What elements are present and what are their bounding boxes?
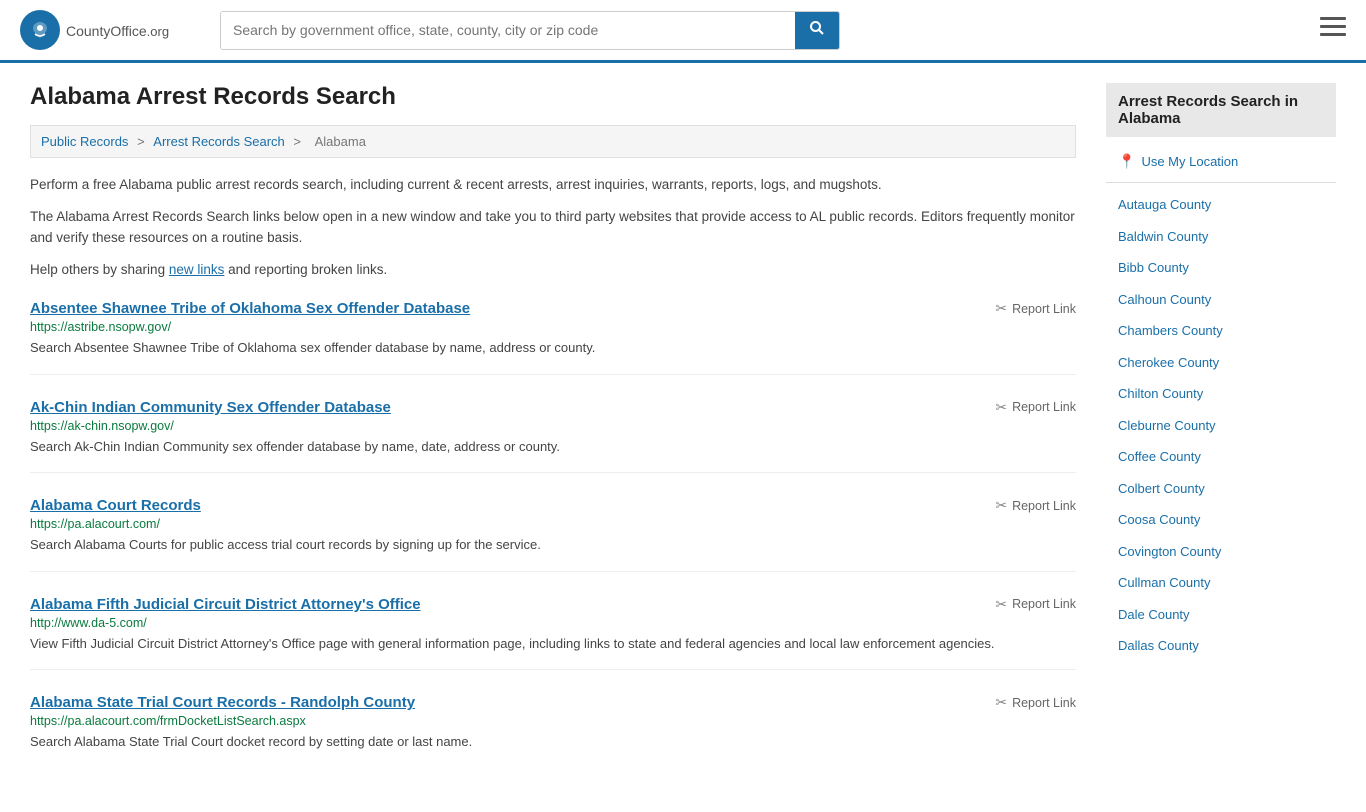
result-url-2[interactable]: https://ak-chin.nsopw.gov/ (30, 419, 1076, 433)
result-title-3[interactable]: Alabama Court Records (30, 497, 201, 514)
description-2: The Alabama Arrest Records Search links … (30, 206, 1076, 249)
result-title-1[interactable]: Absentee Shawnee Tribe of Oklahoma Sex O… (30, 300, 470, 317)
description-3: Help others by sharing new links and rep… (30, 259, 1076, 281)
report-link-label-3: Report Link (1012, 499, 1076, 513)
content-area: Alabama Arrest Records Search Public Rec… (30, 83, 1076, 792)
result-header-5: Alabama State Trial Court Records - Rand… (30, 694, 1076, 711)
result-item-5: Alabama State Trial Court Records - Rand… (30, 694, 1076, 768)
sidebar-item-coffee[interactable]: Coffee County (1106, 441, 1336, 473)
result-desc-4: View Fifth Judicial Circuit District Att… (30, 634, 1076, 654)
logo-name: CountyOffice (66, 23, 147, 39)
sidebar-item-cullman[interactable]: Cullman County (1106, 567, 1336, 599)
report-icon-1: ✂ (995, 300, 1007, 317)
use-my-location-label: Use My Location (1141, 154, 1238, 169)
result-desc-1: Search Absentee Shawnee Tribe of Oklahom… (30, 338, 1076, 358)
result-item-1: Absentee Shawnee Tribe of Oklahoma Sex O… (30, 300, 1076, 375)
sidebar-item-cherokee[interactable]: Cherokee County (1106, 347, 1336, 379)
location-icon: 📍 (1118, 153, 1135, 170)
result-header-4: Alabama Fifth Judicial Circuit District … (30, 596, 1076, 613)
logo-suffix: .org (147, 24, 169, 39)
sidebar-item-baldwin[interactable]: Baldwin County (1106, 221, 1336, 253)
report-link-1[interactable]: ✂ Report Link (995, 300, 1076, 317)
search-bar (220, 11, 840, 50)
logo-text: CountyOffice.org (66, 20, 169, 41)
result-item-4: Alabama Fifth Judicial Circuit District … (30, 596, 1076, 671)
breadcrumb-arrest-records[interactable]: Arrest Records Search (153, 134, 285, 149)
sidebar-item-colbert[interactable]: Colbert County (1106, 473, 1336, 505)
sidebar-item-bibb[interactable]: Bibb County (1106, 252, 1336, 284)
result-title-4[interactable]: Alabama Fifth Judicial Circuit District … (30, 596, 421, 613)
breadcrumb-current: Alabama (315, 134, 366, 149)
result-header-2: Ak-Chin Indian Community Sex Offender Da… (30, 399, 1076, 416)
report-link-label-5: Report Link (1012, 696, 1076, 710)
search-input[interactable] (221, 12, 795, 49)
sidebar-item-autauga[interactable]: Autauga County (1106, 189, 1336, 221)
sidebar-item-chambers[interactable]: Chambers County (1106, 315, 1336, 347)
result-header-1: Absentee Shawnee Tribe of Oklahoma Sex O… (30, 300, 1076, 317)
result-desc-2: Search Ak-Chin Indian Community sex offe… (30, 437, 1076, 457)
site-header: CountyOffice.org (0, 0, 1366, 63)
result-desc-5: Search Alabama State Trial Court docket … (30, 732, 1076, 752)
result-url-1[interactable]: https://astribe.nsopw.gov/ (30, 320, 1076, 334)
report-link-label-1: Report Link (1012, 302, 1076, 316)
sidebar-item-coosa[interactable]: Coosa County (1106, 504, 1336, 536)
use-my-location[interactable]: 📍 Use My Location (1106, 147, 1336, 176)
sidebar: Arrest Records Search in Alabama 📍 Use M… (1106, 83, 1336, 792)
result-title-5[interactable]: Alabama State Trial Court Records - Rand… (30, 694, 415, 711)
result-url-3[interactable]: https://pa.alacourt.com/ (30, 517, 1076, 531)
result-header-3: Alabama Court Records ✂ Report Link (30, 497, 1076, 514)
page-title: Alabama Arrest Records Search (30, 83, 1076, 111)
result-item-3: Alabama Court Records ✂ Report Link http… (30, 497, 1076, 572)
report-link-label-4: Report Link (1012, 597, 1076, 611)
sidebar-divider (1106, 182, 1336, 183)
new-links-link[interactable]: new links (169, 262, 225, 277)
result-desc-3: Search Alabama Courts for public access … (30, 535, 1076, 555)
result-url-5[interactable]: https://pa.alacourt.com/frmDocketListSea… (30, 714, 1076, 728)
description-1: Perform a free Alabama public arrest rec… (30, 174, 1076, 196)
report-link-3[interactable]: ✂ Report Link (995, 497, 1076, 514)
report-link-5[interactable]: ✂ Report Link (995, 694, 1076, 711)
result-title-2[interactable]: Ak-Chin Indian Community Sex Offender Da… (30, 399, 391, 416)
report-icon-4: ✂ (995, 596, 1007, 613)
search-button[interactable] (795, 12, 839, 49)
report-link-label-2: Report Link (1012, 400, 1076, 414)
main-container: Alabama Arrest Records Search Public Rec… (0, 63, 1366, 812)
sidebar-item-chilton[interactable]: Chilton County (1106, 378, 1336, 410)
breadcrumb-public-records[interactable]: Public Records (41, 134, 128, 149)
report-link-4[interactable]: ✂ Report Link (995, 596, 1076, 613)
breadcrumb-sep-2: > (293, 134, 304, 149)
result-url-4[interactable]: http://www.da-5.com/ (30, 616, 1076, 630)
breadcrumb: Public Records > Arrest Records Search >… (30, 125, 1076, 158)
logo-icon (20, 10, 60, 50)
result-item-2: Ak-Chin Indian Community Sex Offender Da… (30, 399, 1076, 474)
report-link-2[interactable]: ✂ Report Link (995, 399, 1076, 416)
sidebar-item-calhoun[interactable]: Calhoun County (1106, 284, 1336, 316)
sidebar-item-cleburne[interactable]: Cleburne County (1106, 410, 1336, 442)
breadcrumb-sep-1: > (137, 134, 148, 149)
sidebar-title: Arrest Records Search in Alabama (1106, 83, 1336, 137)
sidebar-item-covington[interactable]: Covington County (1106, 536, 1336, 568)
report-icon-3: ✂ (995, 497, 1007, 514)
report-icon-2: ✂ (995, 399, 1007, 416)
report-icon-5: ✂ (995, 694, 1007, 711)
sidebar-item-dallas[interactable]: Dallas County (1106, 630, 1336, 662)
sidebar-item-dale[interactable]: Dale County (1106, 599, 1336, 631)
menu-icon[interactable] (1320, 17, 1346, 43)
logo[interactable]: CountyOffice.org (20, 10, 200, 50)
results-list: Absentee Shawnee Tribe of Oklahoma Sex O… (30, 300, 1076, 768)
